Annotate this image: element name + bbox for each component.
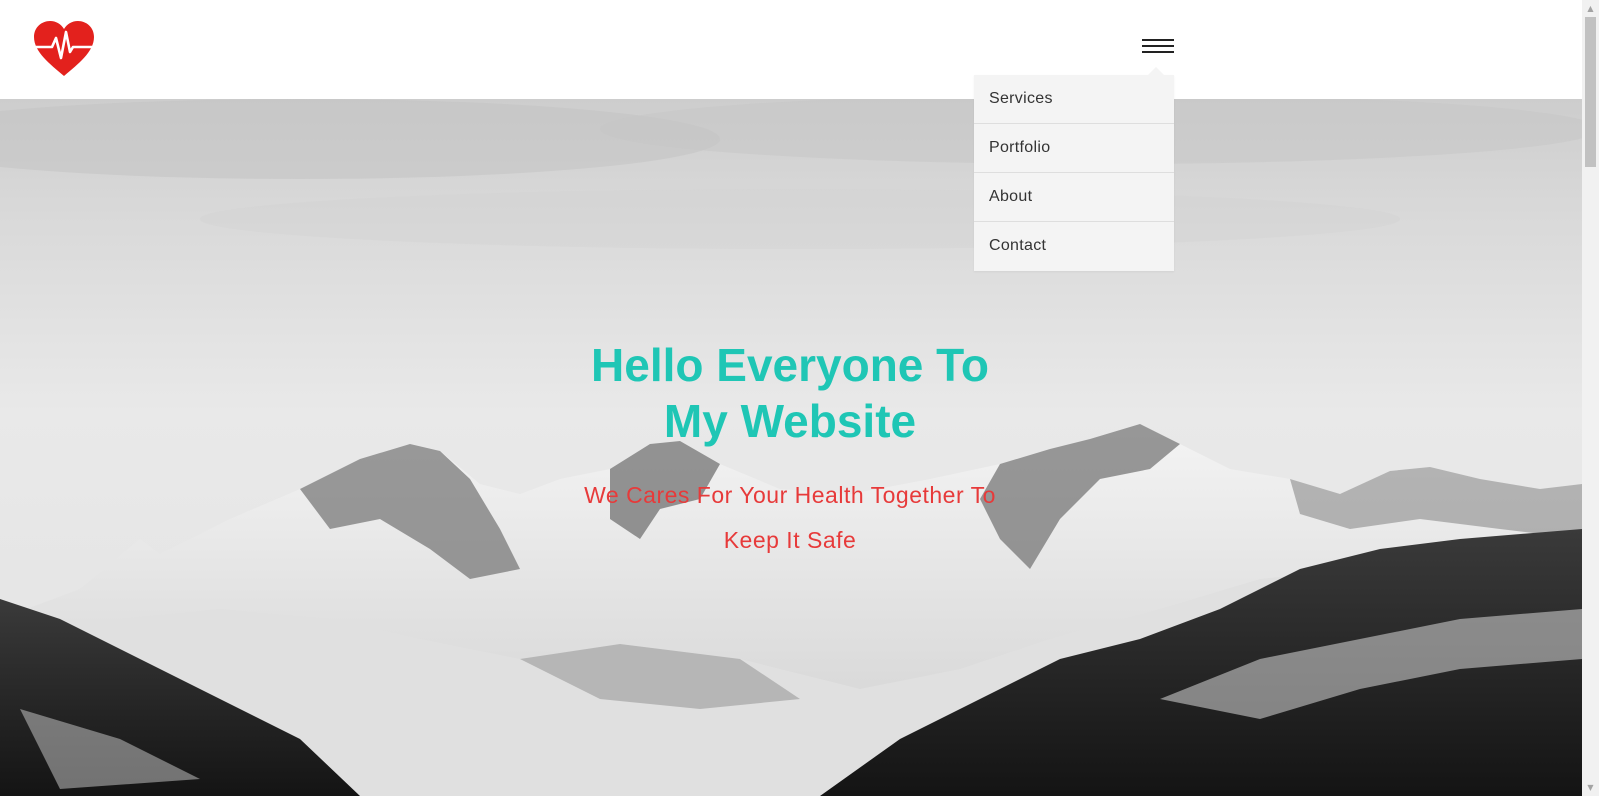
heart-pulse-icon[interactable] xyxy=(32,20,96,78)
scrollbar-thumb[interactable] xyxy=(1585,17,1596,167)
nav-item-about[interactable]: About xyxy=(974,173,1174,222)
nav-item-services[interactable]: Services xyxy=(974,75,1174,124)
hero-subtitle: We Cares For Your Health Together To Kee… xyxy=(540,473,1040,563)
hero-subtitle-line-2: Keep It Safe xyxy=(723,527,857,553)
hamburger-menu-icon[interactable] xyxy=(1142,36,1174,58)
scroll-down-arrow-icon[interactable]: ▼ xyxy=(1582,779,1599,796)
hamburger-line xyxy=(1142,45,1174,47)
hamburger-line xyxy=(1142,51,1174,53)
scroll-up-arrow-icon[interactable]: ▲ xyxy=(1582,0,1599,17)
hero-title: Hello Everyone To My Website xyxy=(540,337,1040,449)
hero-section: Hello Everyone To My Website We Cares Fo… xyxy=(0,99,1582,796)
site-header xyxy=(0,0,1582,99)
nav-item-contact[interactable]: Contact xyxy=(974,222,1174,271)
page: Services Portfolio About Contact Hello E… xyxy=(0,0,1599,796)
hero-title-line-1: Hello Everyone To xyxy=(591,339,989,391)
hamburger-line xyxy=(1142,39,1174,41)
hero-subtitle-line-1: We Cares For Your Health Together To xyxy=(584,482,996,508)
page-scrollbar[interactable]: ▲ ▼ xyxy=(1582,0,1599,796)
nav-dropdown-menu: Services Portfolio About Contact xyxy=(974,67,1174,271)
hero-title-line-2: My Website xyxy=(663,395,917,447)
nav-item-portfolio[interactable]: Portfolio xyxy=(974,124,1174,173)
